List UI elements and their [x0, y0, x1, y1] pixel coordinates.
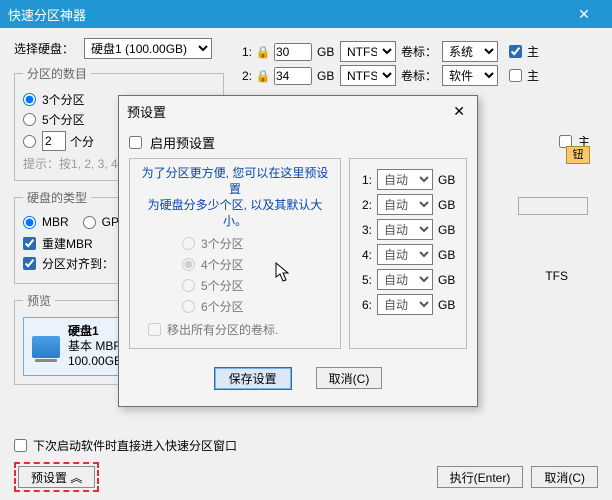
disk-icon	[32, 336, 60, 358]
filesystem-select[interactable]: NTFS	[340, 41, 396, 62]
size-unit: GB	[438, 273, 458, 287]
preset-size-row: 2: 自动 GB	[358, 194, 458, 215]
preset-count-option[interactable]: 4个分区	[182, 256, 332, 273]
partition-size-input[interactable]	[274, 43, 312, 61]
size-select[interactable]: 自动	[377, 169, 433, 190]
size-unit: GB	[438, 173, 458, 187]
volume-select[interactable]: 系统	[442, 41, 498, 62]
window-close-icon[interactable]: ✕	[564, 0, 604, 28]
filesystem-select[interactable]: NTFS	[340, 65, 396, 86]
partition-index: 2:	[236, 69, 252, 83]
preset-size-row: 1: 自动 GB	[358, 169, 458, 190]
preset-size-row: 6: 自动 GB	[358, 294, 458, 315]
partition-size-input[interactable]	[274, 67, 312, 85]
preset-size-row: 4: 自动 GB	[358, 244, 458, 265]
partition-count-legend: 分区的数目	[23, 65, 91, 82]
unit-label: GB	[317, 45, 335, 59]
chevron-up-icon: ︽	[70, 471, 82, 485]
lock-icon[interactable]: 🔒	[257, 45, 269, 59]
preset-left-group: 为了分区更方便, 您可以在这里预设置 为硬盘分多少个区, 以及其默认大小。 3个…	[129, 158, 341, 349]
preset-hint: 为了分区更方便, 您可以在这里预设置 为硬盘分多少个区, 以及其默认大小。	[138, 165, 332, 229]
disk-name: 硬盘1	[68, 324, 122, 339]
preview-legend: 预览	[23, 292, 55, 309]
volume-select[interactable]: 软件	[442, 65, 498, 86]
preset-count-option[interactable]: 3个分区	[182, 235, 332, 252]
cancel-button[interactable]: 取消(C)	[531, 466, 598, 488]
behind-orange-button[interactable]: 钮	[566, 146, 590, 164]
radio-mbr[interactable]: MBR	[23, 215, 69, 229]
size-index: 3:	[358, 223, 372, 237]
preset-dialog: 预设置 ✕ 启用预设置 为了分区更方便, 您可以在这里预设置 为硬盘分多少个区,…	[118, 95, 478, 407]
partition-row: 1: 🔒 GB NTFS 卷标： 系统主	[236, 41, 598, 62]
footer: 下次启动软件时直接进入快速分区窗口 预设置 ︽ 执行(Enter) 取消(C)	[14, 434, 598, 492]
disk-select-label: 选择硬盘：	[14, 40, 74, 57]
size-unit: GB	[438, 298, 458, 312]
preset-size-row: 3: 自动 GB	[358, 219, 458, 240]
volume-label-text: 卷标：	[401, 67, 437, 84]
disk-select[interactable]: 硬盘1 (100.00GB)	[84, 38, 212, 59]
size-select[interactable]: 自动	[377, 194, 433, 215]
size-index: 6:	[358, 298, 372, 312]
stray-text	[518, 197, 588, 249]
startup-check[interactable]: 下次启动软件时直接进入快速分区窗口	[14, 437, 598, 454]
partition-index: 1:	[236, 45, 252, 59]
window-title: 快速分区神器	[8, 5, 564, 24]
preset-button[interactable]: 预设置 ︽	[18, 466, 95, 488]
preset-count-option[interactable]: 6个分区	[182, 298, 332, 315]
execute-button[interactable]: 执行(Enter)	[437, 466, 524, 488]
size-index: 1:	[358, 173, 372, 187]
cancel-preset-button[interactable]: 取消(C)	[316, 367, 383, 389]
size-select[interactable]: 自动	[377, 219, 433, 240]
save-preset-button[interactable]: 保存设置	[214, 367, 292, 390]
size-unit: GB	[438, 198, 458, 212]
volume-label-text: 卷标：	[401, 43, 437, 60]
disk-type-text: 基本 MBR	[68, 339, 122, 354]
size-select[interactable]: 自动	[377, 244, 433, 265]
size-select[interactable]: 自动	[377, 294, 433, 315]
preset-sizes-group: 1: 自动 GB 2: 自动 GB 3: 自动 GB 4: 自动 GB 5: 自动 GB 6: 自动 GB	[349, 158, 467, 349]
preset-size-row: 5: 自动 GB	[358, 269, 458, 290]
size-index: 2:	[358, 198, 372, 212]
size-unit: GB	[438, 248, 458, 262]
remove-labels-check[interactable]: 移出所有分区的卷标.	[148, 321, 332, 338]
size-index: 4:	[358, 248, 372, 262]
unit-label: GB	[317, 69, 335, 83]
size-index: 5:	[358, 273, 372, 287]
dialog-close-icon[interactable]: ✕	[449, 103, 469, 120]
enable-preset-check[interactable]: 启用预设置	[129, 133, 467, 152]
preset-count-option[interactable]: 5个分区	[182, 277, 332, 294]
disk-size-text: 100.00GB	[68, 354, 122, 369]
partition-row: 2: 🔒 GB NTFS 卷标： 软件主	[236, 65, 598, 86]
primary-check[interactable]: 主	[509, 67, 539, 84]
size-select[interactable]: 自动	[377, 269, 433, 290]
lock-icon[interactable]: 🔒	[257, 69, 269, 83]
titlebar: 快速分区神器 ✕	[0, 0, 612, 28]
dialog-title: 预设置	[127, 102, 449, 121]
preset-button-highlight: 预设置 ︽	[14, 462, 99, 492]
size-unit: GB	[438, 223, 458, 237]
disk-type-legend: 硬盘的类型	[23, 189, 91, 206]
primary-check[interactable]: 主	[509, 43, 539, 60]
custom-count-input[interactable]	[42, 131, 66, 151]
stray-ntfs-label: TFS	[545, 269, 568, 283]
